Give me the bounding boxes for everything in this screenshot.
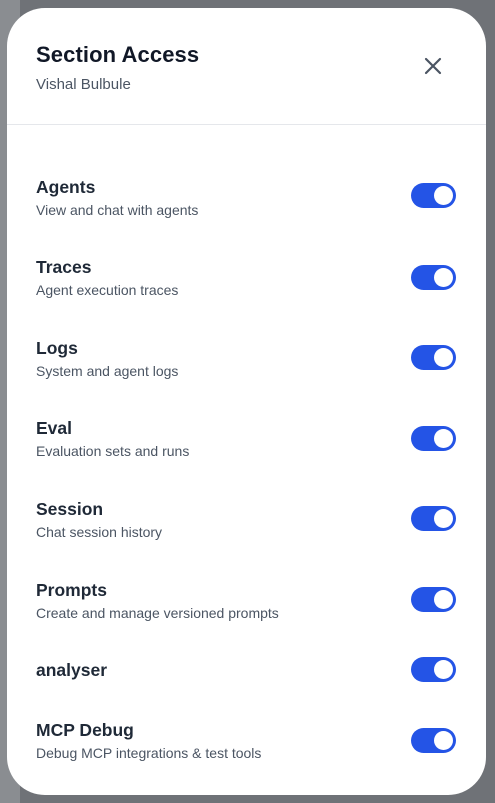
section-description: System and agent logs <box>36 363 179 379</box>
toggle-knob <box>434 268 453 287</box>
section-label: Eval <box>36 418 72 438</box>
toggle-knob <box>434 509 453 528</box>
toggle-knob <box>434 429 453 448</box>
toggle-knob <box>434 348 453 367</box>
toggle-traces[interactable] <box>411 265 456 290</box>
toggle-knob <box>434 660 453 679</box>
section-label: Logs <box>36 338 78 358</box>
modal-header: Section Access Vishal Bulbule <box>7 8 486 125</box>
modal-title: Section Access <box>36 42 200 67</box>
toggle-prompts[interactable] <box>411 587 456 612</box>
section-label: MCP Debug <box>36 720 134 740</box>
toggle-knob <box>434 186 453 205</box>
toggle-analyser[interactable] <box>411 657 456 682</box>
close-button[interactable] <box>415 51 451 81</box>
toggle-session[interactable] <box>411 506 456 531</box>
toggle-knob <box>434 731 453 750</box>
section-label: analyser <box>36 660 108 680</box>
section-label: Prompts <box>36 580 107 600</box>
section-description: Evaluation sets and runs <box>36 443 190 459</box>
section-description: Debug MCP integrations & test tools <box>36 745 262 761</box>
toggle-agents[interactable] <box>411 183 456 208</box>
toggle-mcp-debug[interactable] <box>411 728 456 753</box>
modal-subtitle-user-name: Vishal Bulbule <box>36 76 131 93</box>
section-description: Create and manage versioned prompts <box>36 605 279 621</box>
section-label: Session <box>36 499 104 519</box>
toggle-eval[interactable] <box>411 426 456 451</box>
section-access-modal: Section Access Vishal Bulbule Agents Vie… <box>7 8 486 795</box>
close-icon <box>423 56 443 76</box>
toggle-logs[interactable] <box>411 345 456 370</box>
section-description: Agent execution traces <box>36 282 179 298</box>
section-description: Chat session history <box>36 524 163 540</box>
section-label: Agents <box>36 177 96 197</box>
section-label: Traces <box>36 257 92 277</box>
section-description: View and chat with agents <box>36 202 199 218</box>
toggle-knob <box>434 590 453 609</box>
